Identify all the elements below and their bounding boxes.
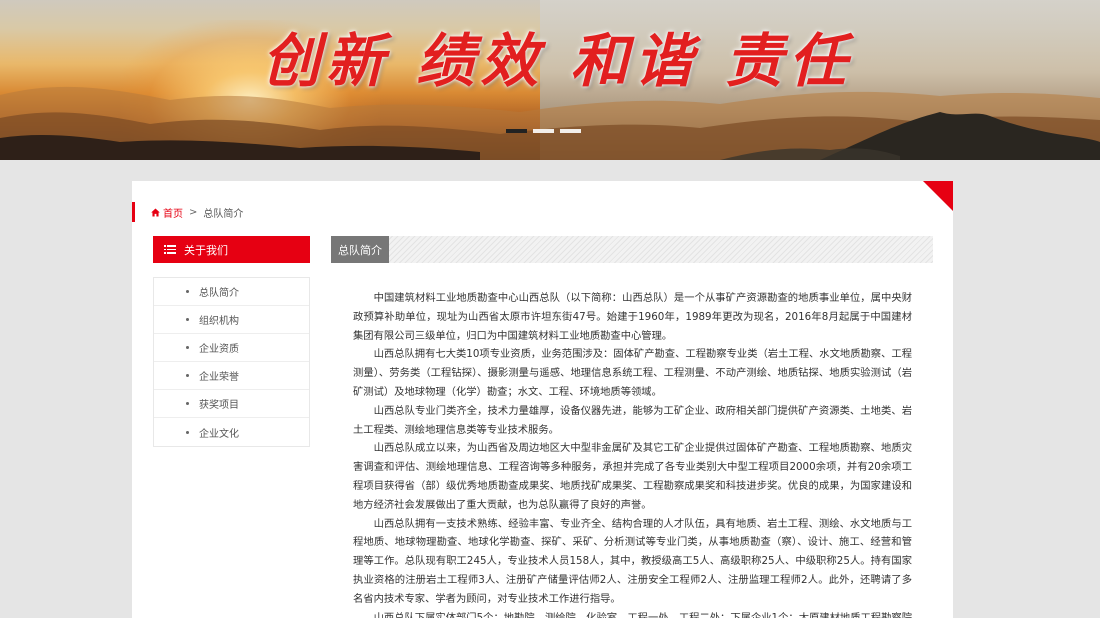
banner-slogan: 创新 绩效 和谐 责任 [262, 27, 853, 95]
carousel-indicators [506, 129, 581, 133]
article-paragraph: 山西总队下属实体部门5个：地勘院、测绘院、化验室、工程一处、工程二处；下属企业1… [373, 611, 912, 618]
carousel-dot-3[interactable] [560, 129, 581, 133]
content-header-bar: 总队简介 [331, 236, 933, 263]
breadcrumb-current: 总队简介 [203, 208, 244, 220]
carousel-dot-2[interactable] [533, 129, 554, 133]
sidebar-item-label: 企业资质 [199, 344, 239, 355]
home-icon [151, 207, 160, 217]
sidebar-item-organization[interactable]: 组织机构 [154, 306, 309, 334]
sidebar-item-honors[interactable]: 企业荣誉 [154, 362, 309, 390]
hero-banner: 创新 绩效 和谐 责任 [0, 0, 1100, 160]
content-card: 首页 > 总队简介 关于我们 总队简介 组织机构 企业资质 企业荣誉 获奖项目 [132, 181, 953, 618]
breadcrumb: 首页 > 总队简介 [132, 202, 243, 222]
sidebar-item-overview[interactable]: 总队简介 [154, 278, 309, 306]
article-paragraph: 山西总队专业门类齐全，技术力量雄厚，设备仪器先进，能够为工矿企业、政府相关部门提… [353, 404, 912, 436]
sidebar-item-label: 组织机构 [199, 316, 239, 327]
sidebar-item-qualifications[interactable]: 企业资质 [154, 334, 309, 362]
breadcrumb-home-link[interactable]: 首页 [151, 205, 183, 220]
sidebar-item-label: 总队简介 [199, 288, 239, 299]
sidebar-item-label: 企业荣誉 [199, 372, 239, 383]
bullet-icon [186, 318, 189, 321]
sidebar-item-awards[interactable]: 获奖项目 [154, 390, 309, 418]
sidebar-menu: 总队简介 组织机构 企业资质 企业荣誉 获奖项目 企业文化 [153, 277, 310, 447]
bullet-icon [186, 430, 189, 434]
article-paragraph: 山西总队拥有七大类10项专业资质，业务范围涉及：固体矿产勘查、工程勘察专业类（岩… [353, 348, 912, 398]
sidebar-item-culture[interactable]: 企业文化 [154, 418, 309, 446]
sidebar-heading: 关于我们 [153, 236, 310, 263]
sidebar-item-label: 企业文化 [199, 428, 239, 440]
sidebar-heading-label: 关于我们 [184, 243, 228, 257]
sidebar-item-label: 获奖项目 [199, 400, 239, 411]
article-paragraph: 中国建筑材料工业地质勘查中心山西总队（以下简称：山西总队）是一个从事矿产资源勘查… [353, 292, 912, 342]
article-body: 中国建筑材料工业地质勘查中心山西总队（以下简称：山西总队）是一个从事矿产资源勘查… [353, 289, 912, 618]
carousel-dot-1[interactable] [506, 129, 527, 133]
bullet-icon [186, 290, 189, 293]
content-tab[interactable]: 总队简介 [331, 236, 389, 263]
list-icon [164, 245, 176, 254]
breadcrumb-home-label: 首页 [163, 208, 183, 220]
corner-decoration [923, 181, 953, 211]
article-paragraph: 山西总队成立以来，为山西省及周边地区大中型非金属矿及其它工矿企业提供过固体矿产勘… [353, 442, 912, 511]
bullet-icon [186, 402, 189, 405]
bullet-icon [186, 374, 189, 377]
article-paragraph: 山西总队拥有一支技术熟练、经验丰富、专业齐全、结构合理的人才队伍，具有地质、岩土… [353, 517, 912, 605]
bullet-icon [186, 346, 189, 349]
breadcrumb-separator: > [189, 206, 198, 218]
